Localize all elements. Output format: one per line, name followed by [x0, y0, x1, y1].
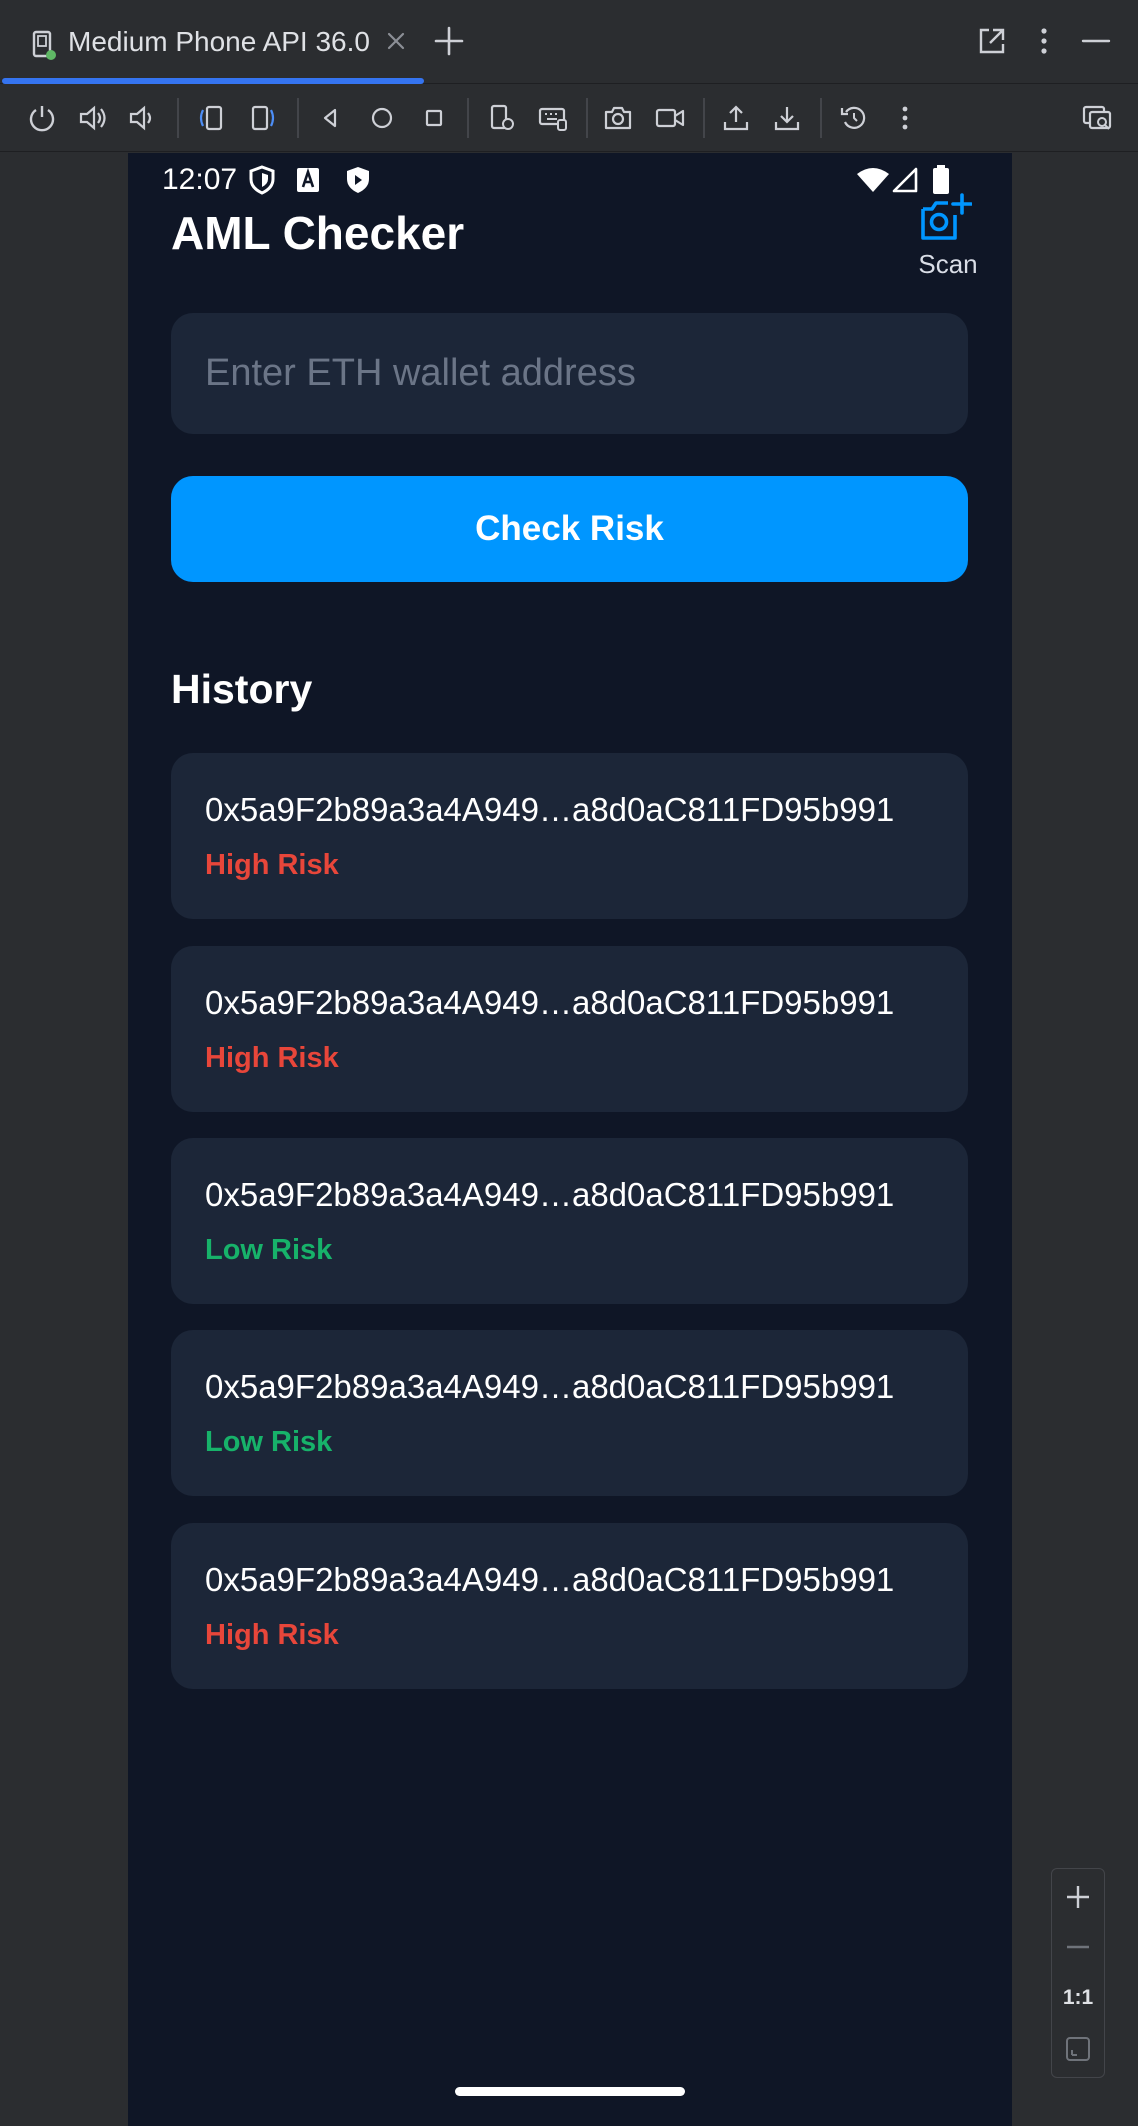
- import-icon: [774, 107, 800, 131]
- check-risk-button[interactable]: Check Risk: [171, 476, 968, 582]
- device-mirror-button[interactable]: [1079, 100, 1115, 136]
- play-protect-icon: [347, 167, 369, 193]
- more-icon: [902, 106, 908, 130]
- export-button[interactable]: [718, 100, 754, 136]
- history-item[interactable]: 0x5a9F2b89a3a4A949…a8d0aC811FD95b991 Hig…: [171, 946, 968, 1112]
- history-address: 0x5a9F2b89a3a4A949…a8d0aC811FD95b991: [205, 1368, 895, 1405]
- snapshot-icon: [840, 106, 866, 129]
- history-heading: History: [171, 666, 313, 712]
- camera-icon: [604, 106, 632, 130]
- minimize-icon[interactable]: [1079, 24, 1113, 58]
- back-icon: [323, 108, 337, 128]
- toolbar-more-button[interactable]: [887, 100, 923, 136]
- minus-icon: [1067, 1945, 1089, 1949]
- rotate-right-button[interactable]: [245, 100, 281, 136]
- history-item[interactable]: 0x5a9F2b89a3a4A949…a8d0aC811FD95b991 Hig…: [171, 1523, 968, 1689]
- home-button[interactable]: [364, 100, 400, 136]
- history-address: 0x5a9F2b89a3a4A949…a8d0aC811FD95b991: [205, 1561, 895, 1598]
- toolbar-separator: [820, 98, 822, 138]
- snapshot-button[interactable]: [836, 100, 872, 136]
- toolbar-separator: [177, 98, 179, 138]
- screen-record-button[interactable]: [652, 100, 688, 136]
- volume-up-button[interactable]: [75, 100, 111, 136]
- keyboard-button[interactable]: [535, 100, 571, 136]
- history-item[interactable]: 0x5a9F2b89a3a4A949…a8d0aC811FD95b991 Low…: [171, 1330, 968, 1496]
- toolbar-separator: [297, 98, 299, 138]
- device-settings-icon: [490, 104, 514, 130]
- scan-label: Scan: [918, 249, 978, 279]
- zoom-out-button[interactable]: [1052, 1925, 1104, 1969]
- tab-medium-phone[interactable]: Medium Phone API 36.0: [2, 0, 424, 84]
- history-item[interactable]: 0x5a9F2b89a3a4A949…a8d0aC811FD95b991 Low…: [171, 1138, 968, 1304]
- history-item[interactable]: 0x5a9F2b89a3a4A949…a8d0aC811FD95b991 Hig…: [171, 753, 968, 919]
- risk-badge-low: Low Risk: [205, 1426, 333, 1458]
- device-mirror-icon: [1082, 105, 1112, 130]
- toolbar-separator: [467, 98, 469, 138]
- tab-title: Medium Phone API 36.0: [68, 26, 370, 57]
- wifi-icon: [857, 168, 889, 192]
- home-indicator[interactable]: [455, 2087, 685, 2096]
- zoom-fit-button[interactable]: [1052, 2027, 1104, 2071]
- camera-add-icon: [921, 193, 972, 240]
- zoom-controls: 1:1: [1051, 1868, 1105, 2078]
- toolbar-separator: [586, 98, 588, 138]
- device-settings-button[interactable]: [484, 100, 520, 136]
- close-icon[interactable]: [383, 28, 409, 54]
- rotate-right-icon: [251, 105, 275, 131]
- add-tab-icon[interactable]: [432, 24, 466, 58]
- overview-button[interactable]: [416, 100, 452, 136]
- cellular-signal-icon: [892, 167, 918, 193]
- screenshot-button[interactable]: [600, 100, 636, 136]
- battery-icon: [933, 165, 949, 194]
- overview-icon: [425, 109, 443, 127]
- more-vertical-icon[interactable]: [1027, 24, 1061, 58]
- risk-badge-high: High Risk: [205, 1619, 339, 1651]
- history-address: 0x5a9F2b89a3a4A949…a8d0aC811FD95b991: [205, 791, 895, 828]
- ide-tab-bar: Medium Phone API 36.0: [0, 0, 1138, 84]
- app-title: AML Checker: [171, 207, 465, 259]
- status-clock: 12:07: [162, 163, 238, 196]
- fit-screen-icon: [1066, 2037, 1090, 2061]
- export-icon: [723, 105, 749, 131]
- volume-down-icon: [129, 105, 152, 131]
- history-address: 0x5a9F2b89a3a4A949…a8d0aC811FD95b991: [205, 1176, 895, 1213]
- rotate-left-icon: [199, 105, 223, 131]
- back-button[interactable]: [312, 100, 348, 136]
- volume-up-icon: [79, 105, 106, 131]
- keyboard-icon: [538, 107, 567, 131]
- plus-icon: [1067, 1886, 1089, 1908]
- history-address: 0x5a9F2b89a3a4A949…a8d0aC811FD95b991: [205, 984, 895, 1021]
- shield-outline-icon: [249, 165, 275, 195]
- power-button[interactable]: [24, 100, 60, 136]
- risk-badge-high: High Risk: [205, 1042, 339, 1074]
- accessibility-a-icon: [297, 167, 319, 192]
- zoom-ratio-label: 1:1: [1062, 1986, 1094, 2009]
- rotate-left-button[interactable]: [193, 100, 229, 136]
- status-bar: 12:07: [128, 153, 1012, 205]
- toolbar-separator: [703, 98, 705, 138]
- scan-button[interactable]: Scan: [898, 193, 998, 285]
- zoom-actual-size-button[interactable]: 1:1: [1052, 1976, 1104, 2020]
- record-icon: [655, 108, 685, 128]
- zoom-in-button[interactable]: [1052, 1875, 1104, 1919]
- power-icon: [29, 106, 55, 132]
- volume-down-button[interactable]: [125, 100, 161, 136]
- import-button[interactable]: [769, 100, 805, 136]
- emulator-toolbar: [0, 84, 1138, 152]
- home-icon: [371, 107, 393, 129]
- phone-screen[interactable]: 12:07 AML Checker Scan Check Risk: [128, 153, 1012, 2126]
- eth-address-input[interactable]: [171, 313, 968, 434]
- open-external-icon[interactable]: [975, 24, 1009, 58]
- risk-badge-high: High Risk: [205, 849, 339, 881]
- risk-badge-low: Low Risk: [205, 1234, 333, 1266]
- device-icon: [32, 30, 56, 60]
